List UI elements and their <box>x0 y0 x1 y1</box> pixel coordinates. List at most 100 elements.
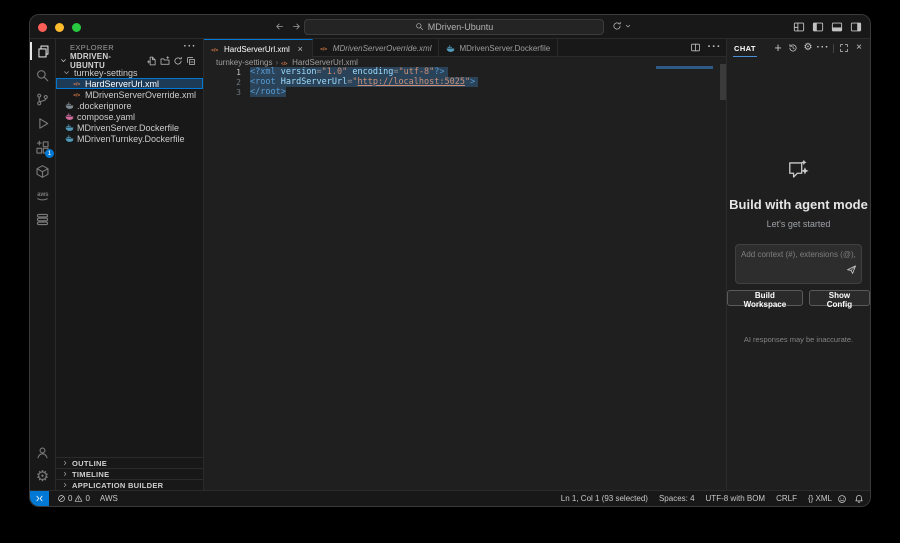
tab-chat[interactable]: CHAT <box>733 40 757 57</box>
window-control-minimize[interactable] <box>55 23 64 32</box>
problems-status[interactable]: 00 <box>57 494 90 503</box>
forward-icon[interactable] <box>291 21 302 32</box>
more-icon[interactable]: ··· <box>818 43 828 53</box>
editor-actions: ··· <box>690 39 728 56</box>
button-show-config[interactable]: Show Config <box>809 290 870 306</box>
status-item-ln-1-col-1-93-selected[interactable]: Ln 1, Col 1 (93 selected) <box>561 494 648 503</box>
tree-item-mdriventurnkey-dockerfile[interactable]: MDrivenTurnkey.Dockerfile <box>56 133 203 144</box>
warning-icon <box>74 494 83 503</box>
collapse-all-icon[interactable] <box>186 56 196 66</box>
activity-aws[interactable]: aws <box>30 183 55 207</box>
docker-icon <box>35 212 50 227</box>
chevron-right-icon <box>61 470 69 478</box>
tab-label: MDrivenServerOverride.xml <box>333 44 432 53</box>
chat-input[interactable] <box>736 245 861 283</box>
section-actions <box>147 56 196 66</box>
dockerignore-icon <box>65 101 74 110</box>
tab-bar: </>HardServerUrl.xml×</>MDrivenServerOve… <box>204 39 728 57</box>
feedback-icon[interactable] <box>837 494 847 504</box>
command-center[interactable]: MDriven-Ubuntu <box>304 19 604 35</box>
error-count: 0 <box>68 494 72 503</box>
more-icon[interactable]: ··· <box>709 42 720 53</box>
chevron-down-icon[interactable] <box>624 22 632 30</box>
remote-indicator[interactable] <box>30 491 49 506</box>
chat-sparkle-icon <box>786 157 812 183</box>
sidebar-section-application-builder[interactable]: APPLICATION BUILDER <box>56 479 203 490</box>
breadcrumb-item-hardserverurl-xml[interactable]: HardServerUrl.xml <box>292 58 358 67</box>
code-token: > <box>470 77 475 87</box>
activity-run-debug[interactable] <box>30 111 55 135</box>
error-icon <box>57 494 66 503</box>
reload-icon[interactable] <box>612 21 622 31</box>
configure-icon[interactable]: ⚙ <box>803 43 813 53</box>
sidebar-section-label: OUTLINE <box>72 459 107 468</box>
new-file-icon[interactable] <box>147 56 157 66</box>
tree-item-mdrivenserveroverride-xml[interactable]: </>MDrivenServerOverride.xml <box>56 89 203 100</box>
chat-empty-state: Build with agent mode Let's get started <box>727 157 870 229</box>
new-chat-icon[interactable]: + <box>773 43 783 53</box>
activity-extensions[interactable]: 1 <box>30 135 55 159</box>
button-build-workspace[interactable]: Build Workspace <box>727 290 803 306</box>
tree-item-hardserverurl-xml[interactable]: </>HardServerUrl.xml <box>56 78 203 89</box>
activity-search[interactable] <box>30 63 55 87</box>
tree-item-mdrivenserver-dockerfile[interactable]: MDrivenServer.Dockerfile <box>56 122 203 133</box>
activity-accounts[interactable] <box>30 440 55 464</box>
back-icon[interactable] <box>274 21 285 32</box>
activity-docker[interactable] <box>30 207 55 231</box>
sidebar-section-label: TIMELINE <box>72 470 109 479</box>
close-icon[interactable]: × <box>854 43 864 53</box>
command-center-side <box>612 21 632 31</box>
code-token: "1.0" <box>322 67 348 77</box>
toggle-panel-icon[interactable] <box>831 21 843 33</box>
extensions-badge: 1 <box>45 149 54 158</box>
explorer-sidebar: EXPLORER ··· MDRIVEN-UBUNTU turnkey-sett… <box>56 39 204 490</box>
explorer-icon <box>35 44 50 59</box>
activity-source-control[interactable] <box>30 87 55 111</box>
search-icon-mount <box>415 22 424 33</box>
status-item-utf-8-with-bom[interactable]: UTF-8 with BOM <box>706 494 766 503</box>
split-editor-icon[interactable] <box>690 42 701 53</box>
code-line-2: 2<root HardServerUrl="http://localhost:5… <box>204 77 728 87</box>
tab-mdrivenserver-dockerfile[interactable]: MDrivenServer.Dockerfile <box>439 39 558 57</box>
status-left-items: AWS <box>100 494 118 503</box>
svg-text:</>: </> <box>211 47 218 53</box>
status-item-crlf[interactable]: CRLF <box>776 494 797 503</box>
customize-layout-icon[interactable] <box>793 21 805 33</box>
tree-item-turnkey-settings[interactable]: turnkey-settings <box>56 67 203 78</box>
code-editor[interactable]: 1<?xml version="1.0" encoding="utf-8"?>2… <box>204 67 728 97</box>
status-item-aws[interactable]: AWS <box>100 494 118 503</box>
chevron-down-icon <box>59 56 68 65</box>
activity-bar: 1 aws ⚙ <box>30 39 56 490</box>
activity-settings[interactable]: ⚙ <box>30 464 55 488</box>
tree-item-label: turnkey-settings <box>74 68 138 78</box>
sidebar-section-timeline[interactable]: TIMELINE <box>56 468 203 479</box>
tab-mdrivenserveroverride-xml[interactable]: </>MDrivenServerOverride.xml <box>313 39 440 57</box>
window-control-zoom[interactable] <box>72 23 81 32</box>
workspace-section-header[interactable]: MDRIVEN-UBUNTU <box>56 55 203 67</box>
new-folder-icon[interactable] <box>160 56 170 66</box>
activity-explorer[interactable] <box>30 39 55 63</box>
send-icon-mount <box>846 262 857 280</box>
tree-item-compose-yaml[interactable]: compose.yaml <box>56 111 203 122</box>
history-icon[interactable] <box>788 43 798 53</box>
bell-icon[interactable] <box>854 494 864 504</box>
maximize-icon[interactable] <box>839 43 849 53</box>
toggle-secondary-sidebar-icon[interactable] <box>850 21 862 33</box>
breadcrumb-item-turnkey-settings[interactable]: turnkey-settings <box>216 58 272 67</box>
refresh-icon[interactable] <box>173 56 183 66</box>
toggle-primary-sidebar-icon[interactable] <box>812 21 824 33</box>
status-item-xml[interactable]: {} XML <box>808 494 832 503</box>
chat-sparkle-icon-mount <box>786 170 812 187</box>
status-item-spaces-4[interactable]: Spaces: 4 <box>659 494 695 503</box>
activity-containers[interactable] <box>30 159 55 183</box>
sidebar-section-outline[interactable]: OUTLINE <box>56 457 203 468</box>
send-icon[interactable] <box>846 264 857 275</box>
tree-item-label: compose.yaml <box>77 112 135 122</box>
tab-hardserverurl-xml[interactable]: </>HardServerUrl.xml× <box>204 39 313 58</box>
tree-item-dockerignore[interactable]: .dockerignore <box>56 100 203 111</box>
status-right-items: Ln 1, Col 1 (93 selected) Spaces: 4 UTF-8 … <box>561 494 832 503</box>
code-line-3: 3</root> <box>204 87 728 97</box>
window-control-close[interactable] <box>38 23 47 32</box>
close-icon[interactable]: × <box>296 45 305 54</box>
more-icon[interactable]: ··· <box>185 42 195 52</box>
